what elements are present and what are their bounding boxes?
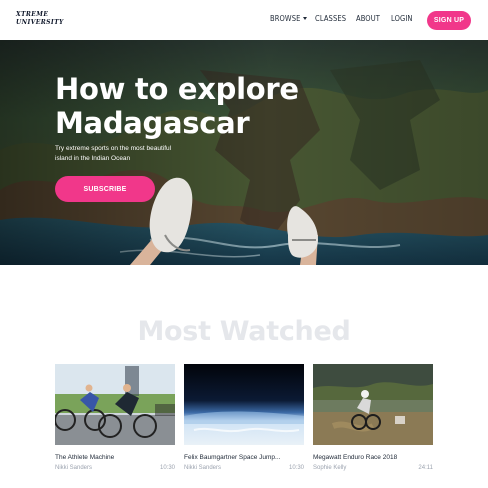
video-title[interactable]: Megawatt Enduro Race 2018 [313,454,397,461]
video-thumbnail[interactable] [55,364,175,445]
hero-subtitle-line-1: Try extreme sports on the most beautiful [55,145,172,152]
nav-browse[interactable]: BROWSE [270,14,308,23]
hero-title-line-1: How to explore [55,72,299,106]
hero-title-line-2: Madagascar [55,106,250,140]
nav-about[interactable]: ABOUT [356,14,380,23]
hero-title: How to explore Madagascar [55,72,315,140]
video-author: Sophie Kelly [313,465,347,471]
nav-browse-label: BROWSE [270,14,301,23]
site-header: XTREME UNIVERSITY BROWSE CLASSES ABOUT L… [0,0,488,40]
hero-subtitle-line-2: island in the Indian Ocean [55,154,131,162]
nav-classes[interactable]: CLASSES [315,14,346,23]
video-thumbnail[interactable] [184,364,304,445]
logo-line-1: XTREME [16,11,49,18]
section-title: Most Watched [137,316,351,347]
logo-line-2: UNIVERSITY [16,19,64,26]
hero-subtitle: Try extreme sports on the most beautiful… [55,144,175,163]
chevron-down-icon [303,17,308,20]
video-duration: 24:11 [418,465,433,471]
logo[interactable]: XTREME UNIVERSITY [16,11,76,27]
video-author: Nikki Sanders [184,465,222,471]
hero-banner: How to explore Madagascar Try extreme sp… [0,40,488,265]
video-author: Nikki Sanders [55,465,93,471]
video-card[interactable]: Felix Baumgartner Space Jump... Nikki Sa… [184,364,304,471]
subscribe-button[interactable]: SUBSCRIBE [55,176,155,202]
video-thumbnail[interactable] [313,364,433,445]
signup-button[interactable]: SIGN UP [427,11,471,30]
video-title[interactable]: The Athlete Machine [55,454,114,461]
video-duration: 10:30 [288,465,304,471]
video-card[interactable]: The Athlete Machine Nikki Sanders 10:30 [55,364,175,471]
video-duration: 10:30 [159,465,175,471]
nav-login[interactable]: LOGIN [391,14,413,23]
video-card[interactable]: Megawatt Enduro Race 2018 Sophie Kelly 2… [313,364,433,471]
video-title[interactable]: Felix Baumgartner Space Jump... [184,454,280,461]
